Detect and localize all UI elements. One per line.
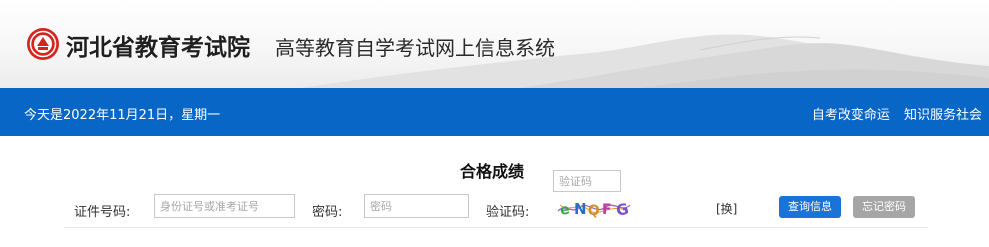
org-name: 河北省教育考试院: [66, 35, 250, 61]
id-number-input[interactable]: [154, 194, 295, 218]
captcha-input[interactable]: [553, 170, 621, 192]
captcha-image[interactable]: e N Q F G: [556, 197, 632, 219]
current-date: 今天是2022年11月21日，星期一: [24, 108, 221, 123]
slogan-link-2[interactable]: 知识服务社会: [904, 108, 982, 123]
forgot-password-button[interactable]: 忘记密码: [853, 196, 915, 218]
password-label: 密码:: [312, 205, 343, 220]
info-bar: 今天是2022年11月21日，星期一 自考改变命运 知识服务社会: [0, 88, 989, 136]
svg-text:N: N: [574, 200, 587, 218]
slogan-links: 自考改变命运 知识服务社会: [802, 104, 982, 123]
institute-logo: [26, 27, 60, 61]
query-button[interactable]: 查询信息: [779, 196, 841, 218]
captcha-label: 验证码:: [486, 205, 530, 220]
site-header: 河北省教育考试院 高等教育自学考试网上信息系统: [0, 0, 989, 88]
exam-institute-seal-icon: [27, 28, 59, 60]
refresh-captcha-link[interactable]: [换]: [716, 200, 737, 217]
password-input[interactable]: [364, 194, 469, 218]
id-number-label: 证件号码:: [74, 205, 131, 220]
page-title: 合格成绩: [460, 162, 525, 181]
svg-text:F: F: [602, 202, 612, 218]
system-name: 高等教育自学考试网上信息系统: [275, 36, 555, 60]
slogan-link-1[interactable]: 自考改变命运: [812, 108, 890, 123]
divider: [64, 227, 928, 228]
